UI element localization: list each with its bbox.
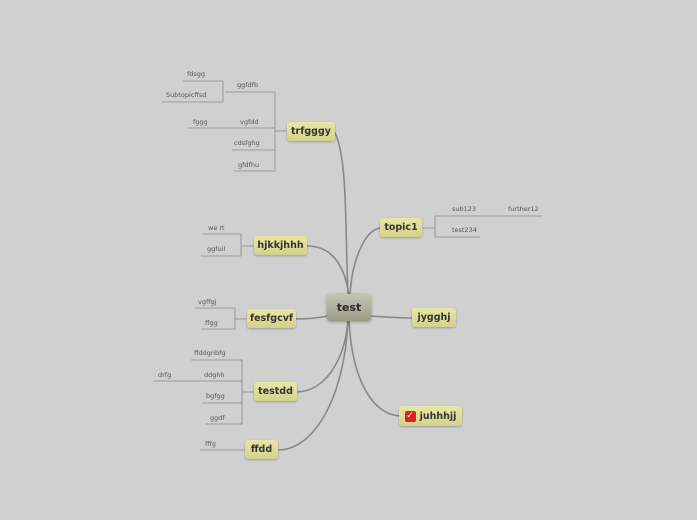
topic-fesfgcvf[interactable]: fesfgcvf bbox=[247, 309, 296, 328]
topic-label: fesfgcvf bbox=[249, 313, 294, 324]
topic-testdd[interactable]: testdd bbox=[254, 382, 297, 401]
connector-juhhhjj bbox=[348, 319, 401, 417]
connector-hjkkjhhh bbox=[306, 245, 350, 296]
subtopic-ddghh[interactable]: ddghh bbox=[204, 371, 225, 379]
topic-label: topic1 bbox=[384, 222, 418, 233]
connector-fesfgcvf bbox=[295, 315, 329, 320]
subtopic-vgffgj[interactable]: vgffgj bbox=[198, 298, 216, 306]
topic-label: hjkkjhhh bbox=[257, 240, 304, 251]
subtopic-ggfuil[interactable]: ggfuil bbox=[207, 245, 225, 253]
subtopic-ffgg[interactable]: ffgg bbox=[205, 319, 218, 327]
topic-label: trfgggy bbox=[291, 126, 331, 137]
topic-juhhhjj[interactable]: ✓ juhhhjj bbox=[399, 406, 462, 426]
topic-label: juhhhjj bbox=[419, 410, 457, 422]
subtopic-vgfdd[interactable]: vgfdd bbox=[240, 118, 259, 126]
topic-trfgggy[interactable]: trfgggy bbox=[287, 122, 335, 141]
subtopic-gfdfhu[interactable]: gfdfhu bbox=[238, 161, 259, 169]
subtopic-cdsfghg[interactable]: cdsfghg bbox=[234, 139, 260, 147]
central-topic[interactable]: test bbox=[327, 294, 371, 321]
subtopic-sub123[interactable]: sub123 bbox=[452, 205, 476, 213]
topic-label: testdd bbox=[258, 386, 293, 397]
mind-map-connectors bbox=[154, 80, 542, 451]
connector-topic1 bbox=[349, 227, 382, 296]
subtopic-we-rt[interactable]: we rt bbox=[208, 224, 225, 232]
central-topic-label: test bbox=[336, 301, 362, 314]
topic-jygghj[interactable]: jygghj bbox=[412, 308, 456, 327]
subtopic-drfg[interactable]: drfg bbox=[158, 371, 171, 379]
subtopic-fdsgg[interactable]: fdsgg bbox=[187, 70, 205, 78]
topic-label: jygghj bbox=[417, 312, 451, 323]
topic-hjkkjhhh[interactable]: hjkkjhhh bbox=[254, 236, 307, 255]
topic-ffdd[interactable]: ffdd bbox=[245, 440, 278, 459]
subtopic-ggdf[interactable]: ggdf bbox=[210, 414, 225, 422]
checkbox-checked-icon[interactable]: ✓ bbox=[404, 410, 416, 422]
subtopic-fffg[interactable]: fffg bbox=[205, 440, 216, 448]
subtopic-ffddgnbfg[interactable]: ffddgnbfg bbox=[194, 349, 226, 357]
subtopic-ggfdfb[interactable]: ggfdfb bbox=[237, 81, 258, 89]
subtopic-test234[interactable]: test234 bbox=[452, 226, 477, 234]
topic-label: ffdd bbox=[250, 444, 273, 455]
subtopic-further12[interactable]: further12 bbox=[508, 205, 539, 213]
subtopic-fggg[interactable]: fggg bbox=[193, 118, 208, 126]
connector-trfgggy bbox=[333, 130, 349, 296]
connector-jygghj bbox=[369, 315, 413, 319]
topic-topic1[interactable]: topic1 bbox=[380, 218, 422, 237]
connector-testdd bbox=[295, 319, 349, 393]
subtopic-bgfgg[interactable]: bgfgg bbox=[206, 392, 225, 400]
subtopic-subtopicffsd[interactable]: Subtopicffsd bbox=[166, 91, 206, 99]
